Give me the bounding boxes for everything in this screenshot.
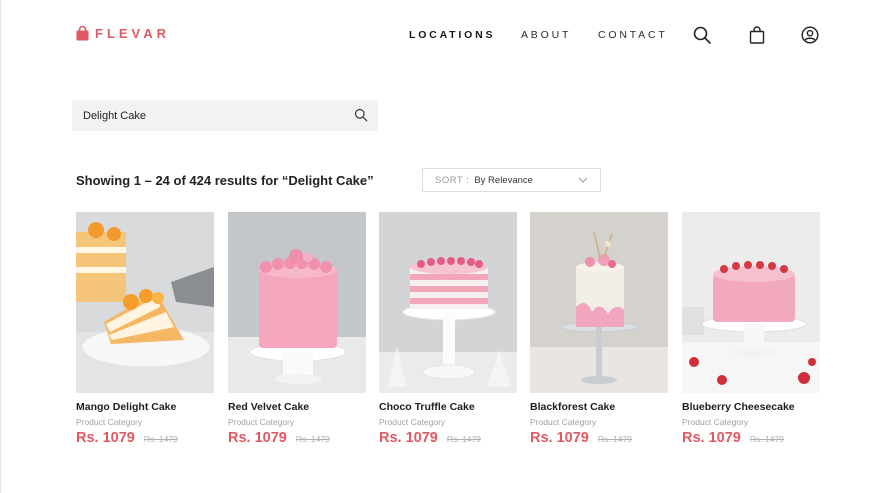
nav-about[interactable]: ABOUT: [521, 29, 571, 41]
product-card[interactable]: Red Velvet Cake Product Category Rs. 107…: [228, 212, 366, 446]
search-input[interactable]: [83, 109, 343, 122]
chevron-down-icon: [578, 177, 588, 183]
product-old-price: Rs. 1479: [597, 434, 632, 444]
results-summary: Showing 1 – 24 of 424 results for “Delig…: [76, 173, 374, 188]
sort-dropdown[interactable]: SORT : By Relevance: [422, 168, 601, 192]
product-old-price: Rs. 1479: [143, 434, 178, 444]
product-name[interactable]: Blueberry Cheesecake: [682, 401, 820, 413]
product-image[interactable]: [682, 212, 820, 393]
brand-name: FLEVAR: [95, 26, 171, 41]
product-old-price: Rs. 1479: [749, 434, 784, 444]
search-bar: [72, 100, 378, 131]
product-name[interactable]: Blackforest Cake: [530, 401, 668, 413]
search-icon[interactable]: [693, 26, 711, 44]
product-price: Rs. 1079: [682, 430, 741, 446]
sort-label: SORT :: [435, 174, 470, 186]
product-card[interactable]: Choco Truffle Cake Product Category Rs. …: [379, 212, 517, 446]
product-card[interactable]: Blackforest Cake Product Category Rs. 10…: [530, 212, 668, 446]
product-price: Rs. 1079: [76, 430, 135, 446]
product-price: Rs. 1079: [228, 430, 287, 446]
user-account-icon[interactable]: [801, 26, 819, 44]
product-category: Product Category: [530, 417, 597, 427]
product-image[interactable]: [76, 212, 214, 393]
product-category: Product Category: [379, 417, 446, 427]
product-category: Product Category: [228, 417, 295, 427]
product-image[interactable]: [530, 212, 668, 393]
product-old-price: Rs. 1479: [295, 434, 330, 444]
product-category: Product Category: [682, 417, 749, 427]
product-card[interactable]: Mango Delight Cake Product Category Rs. …: [76, 212, 214, 446]
product-image[interactable]: [379, 212, 517, 393]
product-name[interactable]: Choco Truffle Cake: [379, 401, 517, 413]
shopping-bag-logo-icon: [76, 26, 89, 41]
sort-value: By Relevance: [474, 174, 533, 186]
nav-contact[interactable]: CONTACT: [598, 29, 668, 41]
product-old-price: Rs. 1479: [446, 434, 481, 444]
product-name[interactable]: Mango Delight Cake: [76, 401, 214, 413]
product-category: Product Category: [76, 417, 143, 427]
brand-logo[interactable]: FLEVAR: [76, 26, 170, 41]
product-price: Rs. 1079: [530, 430, 589, 446]
product-image[interactable]: [228, 212, 366, 393]
product-name[interactable]: Red Velvet Cake: [228, 401, 366, 413]
product-price: Rs. 1079: [379, 430, 438, 446]
search-submit-icon[interactable]: [354, 108, 368, 122]
shopping-bag-icon[interactable]: [748, 26, 766, 44]
nav-locations[interactable]: LOCATIONS: [409, 29, 495, 41]
product-card[interactable]: Blueberry Cheesecake Product Category Rs…: [682, 212, 820, 446]
